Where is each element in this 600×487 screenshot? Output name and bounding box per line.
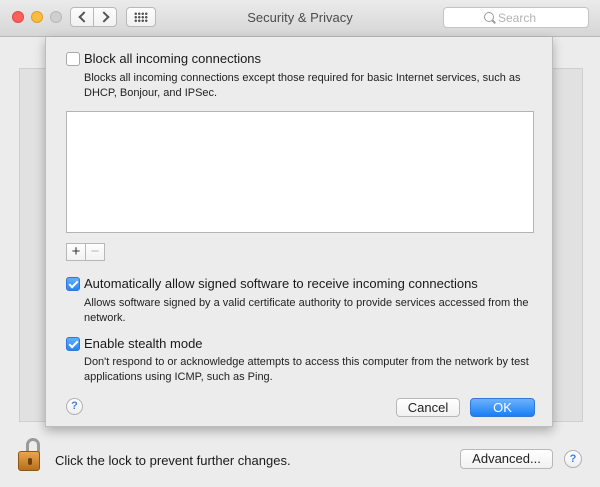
stealth-mode-description-line2: applications using ICMP, such as Ping. — [84, 371, 273, 383]
auto-allow-signed-description-line2: network. — [84, 312, 126, 324]
footer-help-button[interactable]: ? — [564, 450, 582, 468]
advanced-button[interactable]: Advanced... — [460, 449, 553, 469]
block-all-description-line2: DHCP, Bonjour, and IPSec. — [84, 87, 218, 99]
auto-allow-signed-description-line1: Allows software signed by a valid certif… — [84, 297, 529, 309]
search-icon — [484, 12, 494, 22]
remove-app-button[interactable]: − — [85, 243, 105, 261]
cancel-button[interactable]: Cancel — [396, 398, 460, 417]
lock-status-text: Click the lock to prevent further change… — [55, 453, 291, 468]
auto-allow-signed-checkbox[interactable] — [66, 277, 80, 291]
auto-allow-signed-label: Automatically allow signed software to r… — [84, 276, 478, 291]
block-all-checkbox[interactable] — [66, 52, 80, 66]
sheet-help-button[interactable]: ? — [66, 398, 83, 415]
firewall-options-sheet: Block all incoming connections Blocks al… — [45, 37, 553, 427]
block-all-description-line1: Blocks all incoming connections except t… — [84, 72, 521, 84]
stealth-mode-checkbox[interactable] — [66, 337, 80, 351]
background-panel-left — [19, 68, 46, 422]
title-bar: Security & Privacy Search — [0, 0, 600, 37]
add-app-button[interactable]: + — [66, 243, 86, 261]
ok-button[interactable]: OK — [470, 398, 535, 417]
search-placeholder: Search — [498, 11, 537, 25]
stealth-mode-description-line1: Don't respond to or acknowledge attempts… — [84, 356, 529, 368]
lock-button[interactable] — [16, 438, 46, 472]
block-all-label: Block all incoming connections — [84, 51, 262, 66]
background-panel-right — [552, 68, 583, 422]
app-list[interactable] — [66, 111, 534, 233]
stealth-mode-label: Enable stealth mode — [84, 336, 203, 351]
search-field[interactable]: Search — [443, 7, 589, 28]
